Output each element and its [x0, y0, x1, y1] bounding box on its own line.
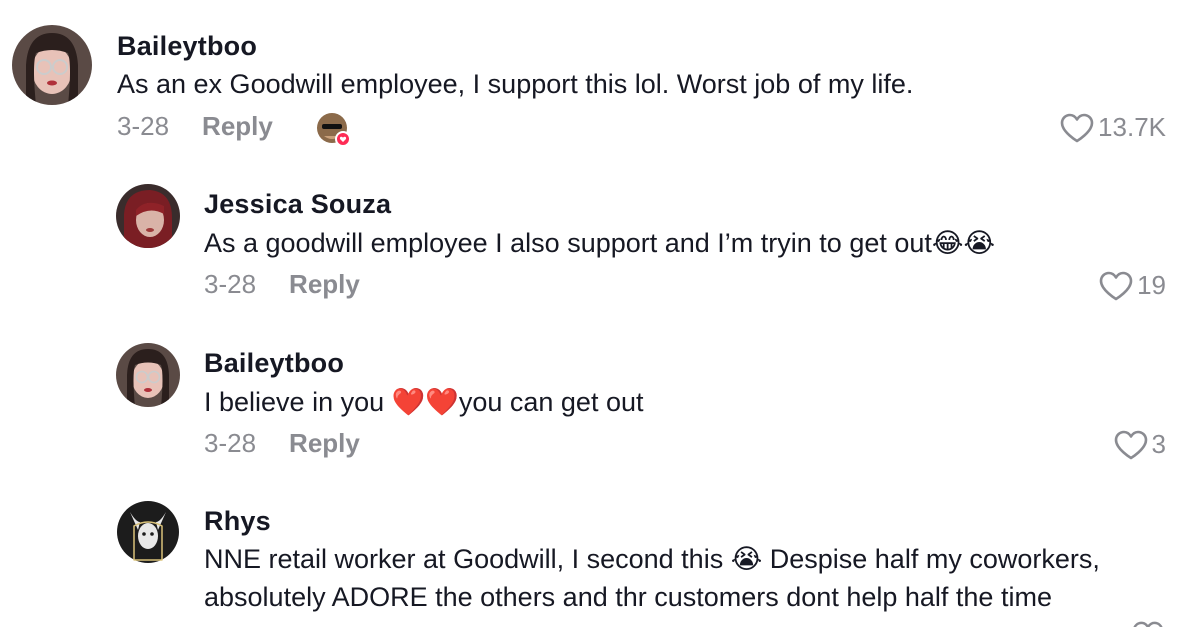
reply-button[interactable]: Reply [289, 428, 360, 459]
comment-text: As a goodwill employee I also support an… [204, 228, 995, 258]
reply-item: Jessica Souza As a goodwill employee I a… [0, 160, 1200, 320]
comment-username[interactable]: Baileytboo [204, 348, 344, 379]
comment-username[interactable]: Jessica Souza [204, 189, 391, 220]
comment-meta: 3-28 Reply [117, 111, 273, 142]
comment-meta: 3-28 Reply [204, 428, 360, 459]
avatar[interactable] [116, 343, 180, 407]
heart-icon [1099, 271, 1133, 301]
like-button[interactable]: 13.7K [1060, 112, 1166, 143]
comment-text-line: NNE retail worker at Goodwill, I second … [204, 544, 1100, 574]
like-button[interactable]: 19 [1099, 270, 1166, 301]
reply-item: Rhys NNE retail worker at Goodwill, I se… [0, 480, 1200, 627]
comment-date: 3-28 [204, 428, 257, 458]
avatar[interactable] [12, 25, 92, 105]
avatar[interactable] [116, 184, 180, 248]
creator-avatar-icon [317, 113, 351, 147]
avatar[interactable] [116, 500, 180, 564]
like-count: 13.7K [1098, 112, 1166, 142]
reply-item: Baileytboo I believe in you ❤️❤️you can … [0, 320, 1200, 480]
comment-username[interactable]: Rhys [204, 506, 271, 537]
comment-text: I believe in you ❤️❤️you can get out [204, 387, 644, 417]
comment-text: As an ex Goodwill employee, I support th… [117, 69, 914, 99]
comment-date: 3-28 [204, 269, 257, 299]
comment-date: 3-28 [117, 111, 170, 141]
like-count: 19 [1137, 270, 1166, 300]
reply-button[interactable]: Reply [202, 111, 273, 142]
comment-text-line: absolutely ADORE the others and thr cust… [204, 582, 1052, 612]
heart-icon [1114, 430, 1148, 460]
comment-item: Baileytboo As an ex Goodwill employee, I… [0, 0, 1200, 160]
like-count: 3 [1151, 429, 1166, 459]
heart-icon[interactable] [1132, 621, 1164, 627]
comment-username[interactable]: Baileytboo [117, 31, 257, 62]
like-button[interactable]: 3 [1114, 429, 1166, 460]
comment-meta: 3-28 Reply [204, 269, 360, 300]
reply-button[interactable]: Reply [289, 269, 360, 300]
creator-liked-badge [316, 112, 352, 148]
heart-icon [1060, 113, 1094, 143]
